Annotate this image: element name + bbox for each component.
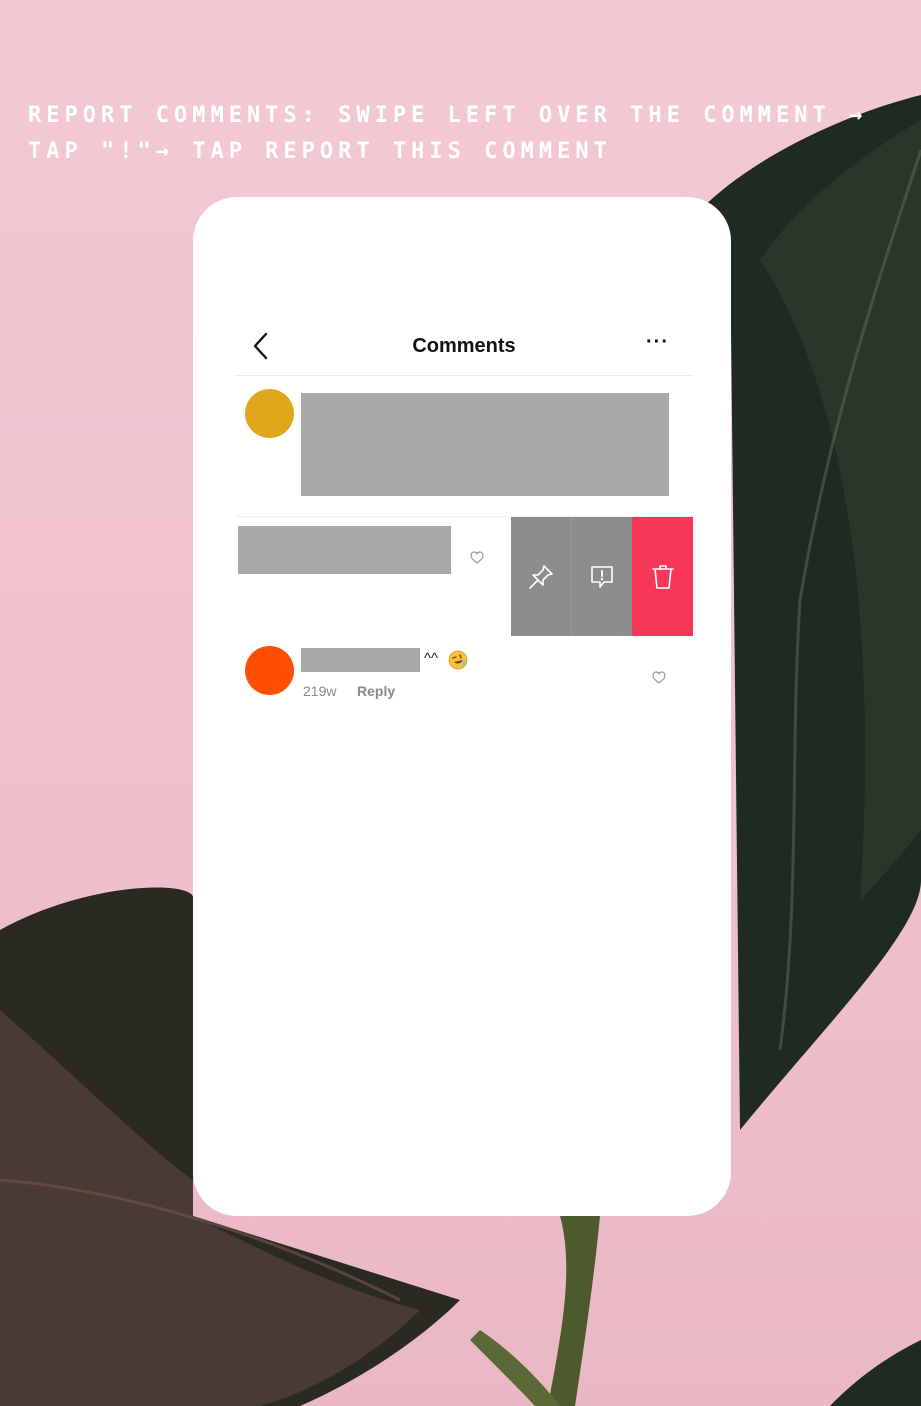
comments-header: Comments ···	[235, 325, 693, 376]
trash-icon	[651, 564, 674, 589]
pin-comment-button[interactable]	[511, 517, 571, 636]
avatar[interactable]	[245, 389, 294, 438]
comment-text-suffix: ^^	[424, 650, 439, 667]
comment-timestamp: 219w	[303, 683, 337, 699]
heart-icon	[652, 671, 666, 684]
avatar[interactable]	[245, 646, 294, 695]
delete-comment-button[interactable]	[632, 517, 694, 636]
rofl-emoji-icon	[448, 650, 468, 670]
pin-icon	[529, 564, 553, 589]
page-title: Comments	[412, 335, 516, 357]
redacted-swiped-comment	[238, 526, 451, 574]
heart-icon	[470, 551, 484, 564]
phone-screen: Comments ··· ^^ 219w Reply	[193, 197, 731, 1216]
redacted-comment-text	[301, 393, 669, 496]
redacted-username	[301, 648, 420, 672]
swipe-actions	[511, 517, 694, 636]
like-button[interactable]	[470, 551, 484, 564]
report-comment-button[interactable]	[570, 517, 633, 636]
like-button[interactable]	[652, 671, 666, 684]
instruction-caption: Report comments: swipe left over the com…	[28, 103, 868, 164]
more-icon[interactable]: ···	[646, 331, 669, 354]
reply-button[interactable]: Reply	[357, 683, 395, 699]
report-icon	[591, 565, 613, 588]
